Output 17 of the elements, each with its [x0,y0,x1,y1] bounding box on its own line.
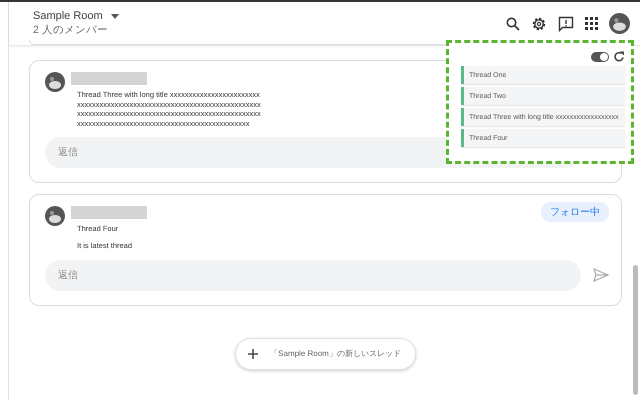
settings-icon[interactable] [531,16,547,32]
scrollbar-thumb[interactable] [633,265,638,395]
member-count: 2 人のメンバー [33,23,109,37]
reply-field[interactable]: 返信 [45,260,581,290]
avatar-icon [45,206,65,226]
apps-grid-icon[interactable] [585,17,598,30]
new-thread-button[interactable]: 「Sample Room」の新しいスレッド [235,338,416,370]
room-title: Sample Room [33,10,103,22]
plus-icon [248,348,258,358]
refresh-icon[interactable] [613,51,625,63]
toggle-switch-icon[interactable] [591,52,609,62]
search-icon[interactable] [506,16,520,30]
account-avatar-icon[interactable] [609,13,630,34]
feedback-icon[interactable] [558,16,574,32]
avatar-icon [45,72,65,92]
dropdown-caret-icon[interactable] [110,14,119,18]
following-button[interactable]: フォロー中 [541,202,609,222]
